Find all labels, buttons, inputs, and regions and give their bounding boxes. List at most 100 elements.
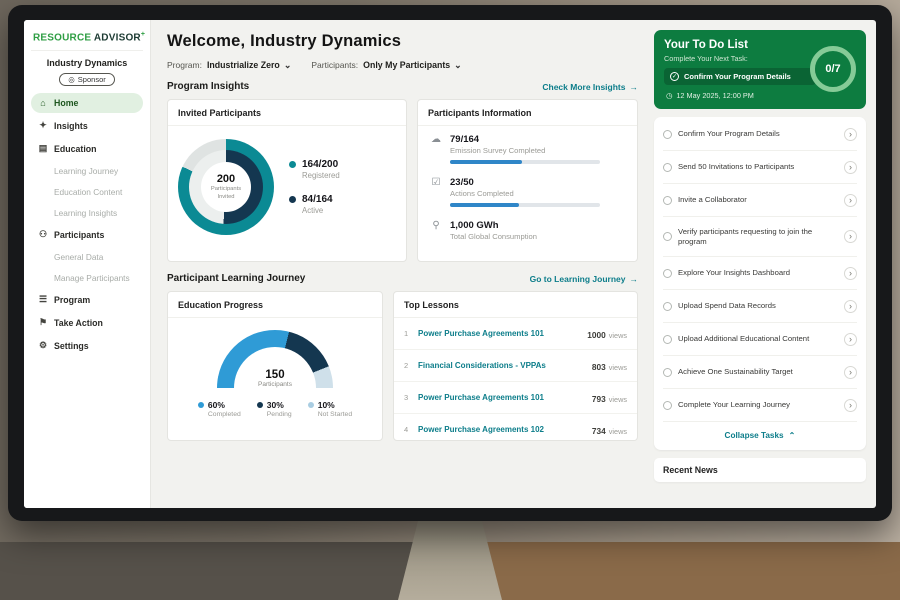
task-label: Explore Your Insights Dashboard [678, 268, 838, 278]
task-expand-button[interactable]: › [844, 128, 857, 141]
sidebar-item-label: Take Action [54, 318, 103, 328]
emission-icon: ☁ [430, 134, 442, 164]
background-desk [430, 542, 900, 600]
task-label: Confirm Your Program Details [678, 129, 838, 139]
top-lessons-card: Top Lessons 1 Power Purchase Agreements … [393, 291, 638, 441]
task-expand-button[interactable]: › [844, 366, 857, 379]
sidebar-item-learning-insights[interactable]: Learning Insights [31, 203, 143, 222]
logo-advisor: ADVISOR [94, 32, 141, 43]
sidebar-item-general-data[interactable]: General Data [31, 247, 143, 266]
lesson-views-word: views [609, 331, 627, 340]
participants-label: Participants: [311, 60, 358, 70]
stat-value: 23/50 [450, 177, 600, 188]
task-expand-button[interactable]: › [844, 161, 857, 174]
task-checkbox[interactable] [663, 196, 672, 205]
arrow-right-icon: → [630, 82, 639, 92]
sidebar-item-education[interactable]: ▤ Education [31, 138, 143, 159]
lesson-views-count: 734 [592, 426, 606, 436]
lesson-views-count: 1000 [587, 330, 605, 340]
program-insights-title: Program Insights [167, 81, 249, 92]
stat-label: Total Global Consumption [450, 232, 537, 241]
legend-value: 10% [318, 400, 352, 410]
progress-bar-fill [450, 203, 519, 207]
lesson-views-word: views [609, 395, 627, 404]
task-expand-button[interactable]: › [844, 230, 857, 243]
card-title: Invited Participants [168, 100, 406, 126]
monitor-bezel: RESOURCE ADVISOR+ Industry Dynamics ◎ Sp… [8, 5, 892, 521]
task-checkbox[interactable] [663, 335, 672, 344]
sponsor-badge[interactable]: ◎ Sponsor [59, 73, 114, 86]
gauge-center-label: Participants [217, 381, 333, 388]
clock-icon: ◷ [666, 91, 672, 100]
lesson-link[interactable]: Power Purchase Agreements 101 [418, 329, 580, 338]
task-expand-button[interactable]: › [844, 399, 857, 412]
task-label: Complete Your Learning Journey [678, 400, 838, 410]
donut-center-value: 200 [217, 173, 235, 185]
lesson-rank: 2 [404, 361, 411, 370]
chevron-down-icon: ⌄ [284, 61, 292, 70]
sidebar-item-learning-journey[interactable]: Learning Journey [31, 161, 143, 180]
task-row: Confirm Your Program Details › [663, 118, 857, 151]
program-label: Program: [167, 60, 202, 70]
legend-item-not-started: 10% Not Started [308, 400, 352, 418]
next-task-pill[interactable]: ✓ Confirm Your Program Details [664, 68, 816, 85]
link-label: Go to Learning Journey [530, 274, 626, 284]
sidebar-item-insights[interactable]: ✦ Insights [31, 115, 143, 136]
stat-global-consumption: ⚲ 1,000 GWh Total Global Consumption [418, 212, 637, 251]
sidebar-item-education-content[interactable]: Education Content [31, 182, 143, 201]
lesson-rank: 4 [404, 425, 411, 434]
lesson-link[interactable]: Power Purchase Agreements 102 [418, 425, 585, 434]
sidebar-item-participants[interactable]: ⚇ Participants [31, 224, 143, 245]
go-to-learning-journey-link[interactable]: Go to Learning Journey → [530, 274, 638, 284]
stat-value: 1,000 GWh [450, 220, 537, 231]
legend-label: Not Started [318, 411, 352, 418]
lesson-link[interactable]: Power Purchase Agreements 101 [418, 393, 585, 402]
lesson-views-count: 793 [592, 394, 606, 404]
task-label: Invite a Collaborator [678, 195, 838, 205]
task-checkbox[interactable] [663, 401, 672, 410]
legend-dot-navy [289, 196, 296, 203]
todo-panel: Your To Do List Complete Your Next Task:… [652, 20, 876, 508]
sidebar-nav: ⌂ Home ✦ Insights ▤ Education Learning J… [31, 93, 143, 356]
task-checkbox[interactable] [663, 163, 672, 172]
task-expand-button[interactable]: › [844, 300, 857, 313]
sidebar-item-program[interactable]: ☰ Program [31, 289, 143, 310]
program-dropdown-value: Industrialize Zero [207, 60, 280, 70]
todo-header-card: Your To Do List Complete Your Next Task:… [654, 30, 866, 109]
legend-dot-pale [308, 402, 314, 408]
task-row: Achieve One Sustainability Target › [663, 356, 857, 389]
task-expand-button[interactable]: › [844, 194, 857, 207]
legend-dot-blue [198, 402, 204, 408]
task-checkbox[interactable] [663, 302, 672, 311]
gauge-center-value: 150 [217, 369, 333, 381]
participants-dropdown[interactable]: Only My Participants ⌄ [363, 60, 462, 70]
legend-item-completed: 60% Completed [198, 400, 241, 418]
education-progress-card: Education Progress 150 Participants [167, 291, 383, 441]
task-row: Verify participants requesting to join t… [663, 217, 857, 257]
lesson-views-count: 803 [592, 362, 606, 372]
participants-icon: ⚇ [38, 229, 48, 240]
collapse-tasks-button[interactable]: Collapse Tasks ⌃ [663, 422, 857, 449]
sidebar-item-label: Participants [54, 230, 104, 240]
task-row: Explore Your Insights Dashboard › [663, 257, 857, 290]
task-checkbox[interactable] [663, 130, 672, 139]
task-expand-button[interactable]: › [844, 333, 857, 346]
task-row: Invite a Collaborator › [663, 184, 857, 217]
due-text: 12 May 2025, 12:00 PM [676, 91, 753, 100]
legend-label: Registered [302, 171, 340, 180]
lesson-link[interactable]: Financial Considerations - VPPAs [418, 361, 585, 370]
sidebar-item-take-action[interactable]: ⚑ Take Action [31, 312, 143, 333]
task-checkbox[interactable] [663, 269, 672, 278]
lesson-views-word: views [609, 427, 627, 436]
sidebar-item-home[interactable]: ⌂ Home [31, 93, 143, 113]
check-more-insights-link[interactable]: Check More Insights → [542, 82, 638, 92]
program-dropdown[interactable]: Industrialize Zero ⌄ [207, 60, 291, 70]
sidebar-item-manage-participants[interactable]: Manage Participants [31, 268, 143, 287]
task-expand-button[interactable]: › [844, 267, 857, 280]
logo-resource: RESOURCE [33, 32, 91, 43]
stat-value: 79/164 [450, 134, 600, 145]
sidebar-item-settings[interactable]: ⚙ Settings [31, 335, 143, 356]
task-checkbox[interactable] [663, 368, 672, 377]
task-checkbox[interactable] [663, 232, 672, 241]
legend-value: 30% [267, 400, 292, 410]
